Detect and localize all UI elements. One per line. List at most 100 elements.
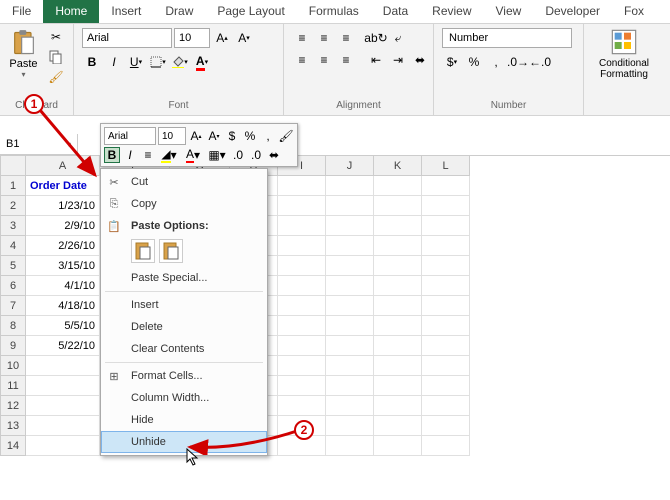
cell[interactable] [26, 436, 100, 456]
cell[interactable] [374, 436, 422, 456]
row-header[interactable]: 7 [0, 296, 26, 316]
cell[interactable] [326, 196, 374, 216]
cell[interactable] [374, 396, 422, 416]
cell[interactable] [422, 256, 470, 276]
cell[interactable]: 5/5/10 [26, 316, 100, 336]
mini-currency[interactable]: $ [224, 128, 240, 144]
bold-button[interactable]: B [82, 52, 102, 72]
cell[interactable] [326, 216, 374, 236]
mini-font-color[interactable]: A▾ [182, 147, 204, 163]
col-header-k[interactable]: K [374, 156, 422, 176]
cell[interactable] [326, 416, 374, 436]
mini-bold[interactable]: B [104, 147, 120, 163]
cell[interactable] [278, 376, 326, 396]
cell[interactable] [278, 396, 326, 416]
cell[interactable] [278, 216, 326, 236]
mini-italic[interactable]: I [122, 147, 138, 163]
font-name-select[interactable] [82, 28, 172, 48]
cell[interactable] [278, 336, 326, 356]
align-right-button[interactable]: ≡ [336, 50, 356, 70]
mini-percent[interactable]: % [242, 128, 258, 144]
align-left-button[interactable]: ≡ [292, 50, 312, 70]
cell[interactable] [374, 316, 422, 336]
row-header[interactable]: 5 [0, 256, 26, 276]
cell[interactable] [326, 276, 374, 296]
cell[interactable] [278, 196, 326, 216]
decrease-indent-button[interactable]: ⇤ [366, 50, 386, 70]
mini-align[interactable]: ≡ [140, 147, 156, 163]
row-header[interactable]: 9 [0, 336, 26, 356]
align-bottom-button[interactable]: ≡ [336, 28, 356, 48]
cell[interactable] [326, 336, 374, 356]
cell[interactable] [374, 176, 422, 196]
cell[interactable] [374, 196, 422, 216]
cell[interactable] [422, 176, 470, 196]
cell[interactable] [422, 296, 470, 316]
cell[interactable] [374, 236, 422, 256]
cell[interactable] [278, 236, 326, 256]
mini-dec-dec[interactable]: .0 [248, 147, 264, 163]
cell[interactable] [422, 436, 470, 456]
cell[interactable] [278, 316, 326, 336]
ctx-paste-special[interactable]: Paste Special... [101, 267, 267, 289]
mini-decrease-font[interactable]: A▾ [206, 128, 222, 144]
cell[interactable] [374, 276, 422, 296]
percent-button[interactable]: % [464, 52, 484, 72]
name-box[interactable]: B1 ▾ [0, 134, 78, 155]
paste-option-values[interactable] [159, 239, 183, 263]
tab-page-layout[interactable]: Page Layout [205, 0, 296, 23]
cell[interactable] [422, 356, 470, 376]
wrap-text-button[interactable]: ⤶ [388, 28, 408, 48]
tab-data[interactable]: Data [371, 0, 420, 23]
row-header[interactable]: 2 [0, 196, 26, 216]
cell[interactable]: 5/22/10 [26, 336, 100, 356]
row-header[interactable]: 6 [0, 276, 26, 296]
paste-option-default[interactable] [131, 239, 155, 263]
format-painter-button[interactable]: 🖌 [47, 68, 65, 86]
increase-indent-button[interactable]: ⇥ [388, 50, 408, 70]
cell[interactable] [326, 356, 374, 376]
currency-button[interactable]: $▾ [442, 52, 462, 72]
cell[interactable] [422, 316, 470, 336]
cell[interactable] [278, 276, 326, 296]
cell[interactable]: 4/1/10 [26, 276, 100, 296]
copy-button[interactable] [47, 48, 65, 66]
conditional-formatting-button[interactable]: Conditional Formatting [594, 28, 654, 80]
decrease-font-button[interactable]: A▾ [234, 28, 254, 48]
row-header[interactable]: 12 [0, 396, 26, 416]
col-header-a[interactable]: A [26, 156, 100, 176]
ctx-format-cells[interactable]: ⊞Format Cells... [101, 365, 267, 387]
cell[interactable] [374, 376, 422, 396]
tab-view[interactable]: View [484, 0, 534, 23]
mini-format-painter[interactable]: 🖌 [278, 128, 294, 144]
row-header[interactable]: 14 [0, 436, 26, 456]
mini-font-size[interactable] [158, 127, 186, 145]
cell[interactable] [326, 436, 374, 456]
fill-color-button[interactable]: ▾ [170, 52, 190, 72]
row-header[interactable]: 10 [0, 356, 26, 376]
ctx-unhide[interactable]: Unhide [101, 431, 267, 453]
ctx-cut[interactable]: ✂Cut [101, 171, 267, 193]
col-header-j[interactable]: J [326, 156, 374, 176]
align-middle-button[interactable]: ≡ [314, 28, 334, 48]
mini-increase-font[interactable]: A▴ [188, 128, 204, 144]
row-header[interactable]: 13 [0, 416, 26, 436]
cell[interactable] [422, 336, 470, 356]
cell[interactable] [26, 376, 100, 396]
tab-insert[interactable]: Insert [99, 0, 153, 23]
orientation-button[interactable]: ab↻ [366, 28, 386, 48]
cell[interactable] [326, 396, 374, 416]
ctx-hide[interactable]: Hide [101, 409, 267, 431]
cell[interactable] [278, 256, 326, 276]
cell[interactable] [422, 416, 470, 436]
cell[interactable] [278, 296, 326, 316]
italic-button[interactable]: I [104, 52, 124, 72]
cell[interactable] [422, 276, 470, 296]
cell[interactable] [278, 176, 326, 196]
cell[interactable]: 3/15/10 [26, 256, 100, 276]
mini-fill-color[interactable]: ◢▾ [158, 147, 180, 163]
ctx-column-width[interactable]: Column Width... [101, 387, 267, 409]
cell[interactable]: 2/9/10 [26, 216, 100, 236]
cut-button[interactable]: ✂ [47, 28, 65, 46]
number-format-select[interactable] [442, 28, 572, 48]
